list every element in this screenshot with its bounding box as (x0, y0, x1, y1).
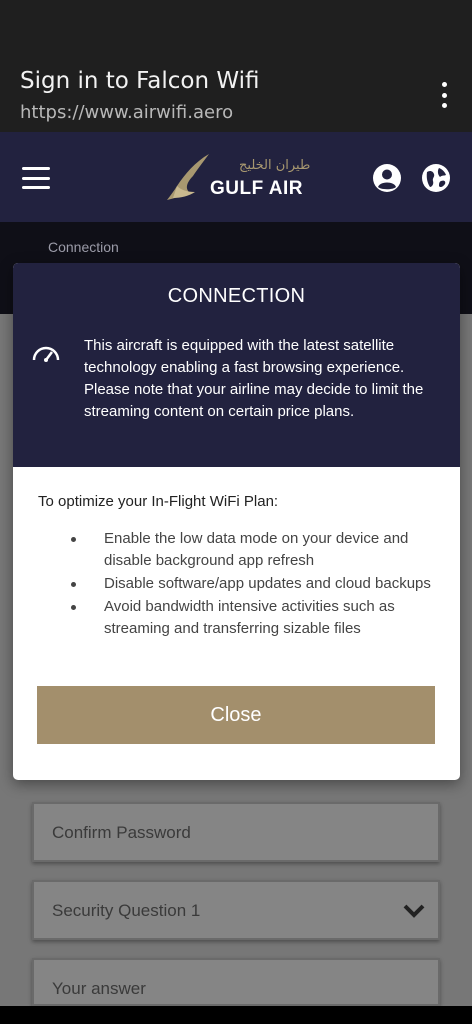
modal-description: This aircraft is equipped with the lates… (84, 337, 424, 420)
confirm-password-input[interactable]: Confirm Password (32, 802, 440, 862)
list-item: Avoid bandwidth intensive activities suc… (71, 596, 431, 640)
tips-list: Enable the low data mode on your device … (71, 528, 431, 641)
security-question-select[interactable]: Security Question 1 (32, 880, 440, 940)
connection-modal: CONNECTION This aircraft is equipped wit… (13, 263, 460, 780)
app-header: طيران الخليج GULF AIR (0, 132, 472, 222)
gulf-air-logo: طيران الخليج GULF AIR (165, 152, 315, 206)
security-answer-placeholder: Your answer (52, 979, 146, 998)
menu-icon[interactable] (22, 167, 50, 189)
confirm-password-placeholder: Confirm Password (52, 823, 191, 842)
browser-url[interactable]: https://www.airwifi.aero (20, 102, 233, 123)
list-item: Enable the low data mode on your device … (71, 528, 431, 572)
browser-toolbar: Sign in to Falcon Wifi https://www.airwi… (0, 60, 472, 132)
tips-title: To optimize your In-Flight WiFi Plan: (38, 493, 279, 510)
status-bar (0, 0, 472, 60)
falcon-icon (167, 154, 209, 200)
speedometer-icon (32, 346, 60, 362)
globe-icon[interactable] (421, 163, 451, 193)
list-item: Disable software/app updates and cloud b… (71, 573, 431, 595)
system-nav-bar (0, 1006, 472, 1024)
connection-section-label: Connection (48, 239, 119, 255)
logo-text: GULF AIR (210, 178, 304, 199)
modal-title: CONNECTION (167, 285, 306, 307)
chevron-down-icon (403, 904, 425, 918)
browser-overflow-menu-icon[interactable] (434, 82, 454, 108)
browser-page-title: Sign in to Falcon Wifi (20, 68, 260, 94)
modal-header: CONNECTION This aircraft is equipped wit… (13, 263, 460, 467)
logo-arabic-text: طيران الخليج (239, 158, 311, 173)
close-button[interactable]: Close (37, 686, 435, 744)
security-question-value: Security Question 1 (52, 901, 201, 920)
user-icon[interactable] (372, 163, 402, 193)
security-answer-input[interactable]: Your answer (32, 958, 440, 1006)
